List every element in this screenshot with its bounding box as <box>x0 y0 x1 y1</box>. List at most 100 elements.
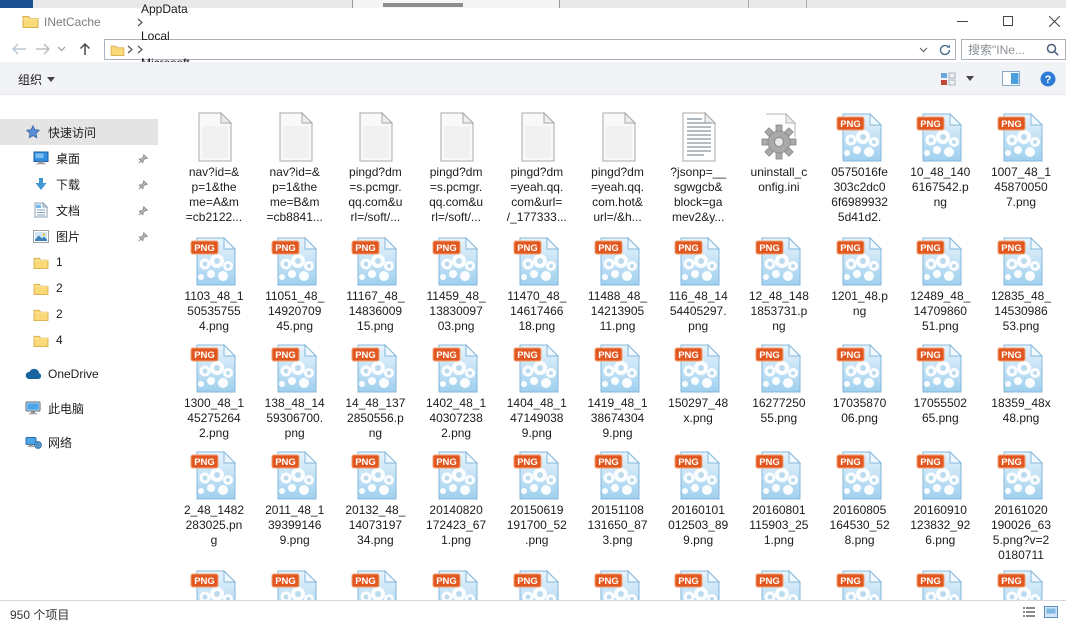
file-item[interactable]: PNG 2011_48_1393991469.png <box>253 446 337 548</box>
file-item[interactable]: PNG 0575016fe303c2dc06f69899325d41d2. <box>818 108 902 225</box>
file-item[interactable]: ?jsonp=__sgwgcb&block=gamev2&y... <box>656 108 740 225</box>
address-bar[interactable]: 姜喜宝AppDataLocalMicrosoftWindowsINetCache <box>104 39 935 60</box>
file-item[interactable]: PNG <box>898 565 982 600</box>
svg-text:PNG: PNG <box>194 457 215 468</box>
breadcrumb-item[interactable]: Local <box>135 29 176 43</box>
file-item[interactable]: PNG 20160801115903_251.png <box>737 446 821 548</box>
refresh-button[interactable] <box>934 39 956 60</box>
file-item[interactable]: PNG <box>979 565 1063 600</box>
file-item[interactable]: PNG 20160910123832_926.png <box>898 446 982 548</box>
sidebar-item-文档[interactable]: 文档 <box>0 197 158 223</box>
thumbnail-view-toggle[interactable] <box>1044 605 1058 623</box>
svg-text:PNG: PNG <box>1001 243 1022 254</box>
sidebar-item-label: 2 <box>56 281 63 295</box>
file-item[interactable]: PNG 20140820172423_671.png <box>414 446 498 548</box>
file-item[interactable]: PNG 1103_48_1505357554.png <box>172 232 256 334</box>
sidebar-item-quick-access[interactable]: 快速访问 <box>0 119 158 145</box>
png-file-icon: PNG <box>333 565 417 600</box>
file-item[interactable]: PNG 11470_48_1461746618.png <box>495 232 579 334</box>
file-item[interactable]: PNG 1705550265.png <box>898 339 982 426</box>
file-item[interactable]: PNG 150297_48x.png <box>656 339 740 426</box>
file-item[interactable]: PNG 20150619191700_52.png <box>495 446 579 548</box>
sidebar-item-2[interactable]: 2 <box>0 301 158 327</box>
search-icon[interactable] <box>1046 43 1059 56</box>
file-item[interactable]: pingd?dm=yeah.qq.com&url=/_177333... <box>495 108 579 225</box>
breadcrumb-item[interactable]: AppData <box>135 2 194 16</box>
sidebar-item-2[interactable]: 2 <box>0 275 158 301</box>
sidebar-item-此电脑[interactable]: 此电脑 <box>0 395 158 421</box>
file-item[interactable]: nav?id=&p=1&theme=B&m=cb8841... <box>253 108 337 225</box>
file-item[interactable]: PNG 1419_48_1386743049.png <box>576 339 660 441</box>
sidebar-item-图片[interactable]: 图片 <box>0 223 158 249</box>
file-item[interactable]: PNG <box>737 565 821 600</box>
file-item[interactable]: PNG 20160101012503_899.png <box>656 446 740 548</box>
file-item[interactable]: pingd?dm=yeah.qq.com.hot&url=/&h... <box>576 108 660 225</box>
file-item[interactable]: nav?id=&p=1&theme=A&m=cb2122... <box>172 108 256 225</box>
change-view-dropdown[interactable] <box>961 62 979 95</box>
file-item[interactable]: PNG 1201_48.png <box>818 232 902 319</box>
sidebar-item-1[interactable]: 1 <box>0 249 158 275</box>
file-item[interactable]: PNG <box>253 565 337 600</box>
file-item[interactable]: PNG 1404_48_1471490389.png <box>495 339 579 441</box>
png-file-icon: PNG <box>656 446 740 500</box>
change-view-button[interactable] <box>935 62 961 95</box>
search-input[interactable] <box>962 43 1044 57</box>
file-item[interactable]: pingd?dm=s.pcmgr.qq.com&url=/soft/... <box>333 108 417 225</box>
minimize-button[interactable] <box>939 8 985 34</box>
file-item[interactable]: PNG 12835_48_1453098653.png <box>979 232 1063 334</box>
file-item[interactable]: PNG 2_48_1482283025.png <box>172 446 256 548</box>
sidebar-item-下载[interactable]: 下载 <box>0 171 158 197</box>
address-dropdown-icon[interactable] <box>919 47 928 53</box>
file-item[interactable]: PNG <box>172 565 256 600</box>
file-item[interactable]: PNG 11488_48_1421390511.png <box>576 232 660 334</box>
file-item[interactable]: PNG 138_48_1459306700.png <box>253 339 337 441</box>
details-view-toggle[interactable] <box>1022 605 1036 623</box>
file-item[interactable]: PNG <box>414 565 498 600</box>
sidebar-item-网络[interactable]: 网络 <box>0 429 158 455</box>
file-item[interactable]: PNG <box>495 565 579 600</box>
file-item[interactable]: PNG 11051_48_1492070945.png <box>253 232 337 334</box>
pin-icon <box>138 179 148 193</box>
preview-pane-button[interactable] <box>997 62 1025 95</box>
file-item[interactable]: uninstall_config.ini <box>737 108 821 195</box>
close-button[interactable] <box>1031 8 1066 34</box>
file-item[interactable]: PNG <box>818 565 902 600</box>
file-item[interactable]: pingd?dm=s.pcmgr.qq.com&url=/soft/... <box>414 108 498 225</box>
file-item[interactable]: PNG <box>333 565 417 600</box>
file-item[interactable]: PNG 12_48_1481853731.png <box>737 232 821 334</box>
file-item[interactable]: PNG 20132_48_1407319734.png <box>333 446 417 548</box>
file-item[interactable]: PNG 11459_48_1383009703.png <box>414 232 498 334</box>
forward-button[interactable] <box>32 39 54 59</box>
svg-text:PNG: PNG <box>1001 119 1022 130</box>
back-button[interactable] <box>8 39 30 59</box>
file-item[interactable]: PNG 14_48_1372850556.png <box>333 339 417 441</box>
maximize-button[interactable] <box>985 8 1031 34</box>
file-item[interactable]: PNG 10_48_1406167542.png <box>898 108 982 210</box>
file-item[interactable]: PNG 1402_48_1403072382.png <box>414 339 498 441</box>
file-item[interactable]: PNG <box>656 565 740 600</box>
breadcrumb-separator-icon[interactable] <box>135 45 204 54</box>
file-item[interactable]: PNG <box>576 565 660 600</box>
organize-menu-button[interactable]: 组织 <box>18 71 55 88</box>
file-item[interactable]: PNG 18359_48x48.png <box>979 339 1063 426</box>
file-item[interactable]: PNG 1300_48_1452752642.png <box>172 339 256 441</box>
file-item[interactable]: PNG 20161020190026_635.png?v=20180711 <box>979 446 1063 563</box>
quick-access-folder-items: 1224 <box>0 249 158 353</box>
file-item[interactable]: PNG 12489_48_1470986051.png <box>898 232 982 334</box>
file-item[interactable]: PNG 1007_48_1458700507.png <box>979 108 1063 210</box>
sidebar-item-4[interactable]: 4 <box>0 327 158 353</box>
file-item[interactable]: PNG 1627725055.png <box>737 339 821 426</box>
help-button[interactable]: ? <box>1035 62 1066 95</box>
file-item[interactable]: PNG 20151108131650_873.png <box>576 446 660 548</box>
file-item[interactable]: PNG 116_48_1454405297.png <box>656 232 740 334</box>
file-item[interactable]: PNG 11167_48_1483600915.png <box>333 232 417 334</box>
recent-locations-dropdown[interactable] <box>54 39 68 59</box>
sidebar-item-桌面[interactable]: 桌面 <box>0 145 158 171</box>
png-file-icon: PNG <box>737 232 821 286</box>
png-file-icon: PNG <box>333 446 417 500</box>
file-item[interactable]: PNG 1703587006.png <box>818 339 902 426</box>
sidebar-item-OneDrive[interactable]: OneDrive <box>0 361 158 387</box>
up-button[interactable] <box>74 39 96 59</box>
breadcrumb-separator-icon[interactable] <box>135 18 204 27</box>
file-item[interactable]: PNG 20160805164530_528.png <box>818 446 902 548</box>
